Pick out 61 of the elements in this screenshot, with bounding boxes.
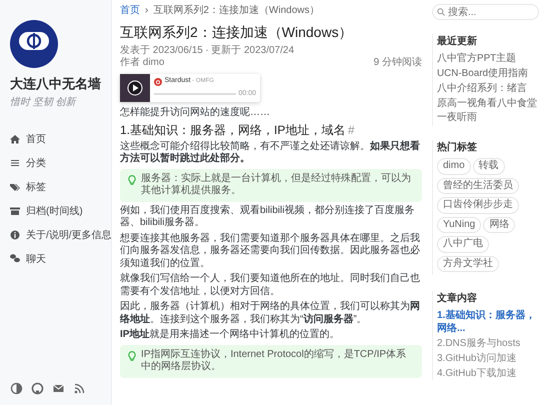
- play-icon[interactable]: [127, 80, 143, 96]
- breadcrumb-separator: ›: [145, 4, 148, 18]
- recent-post-link[interactable]: UCN-Board使用指南: [437, 66, 539, 82]
- panel-title: 最近更新: [437, 34, 478, 49]
- list-icon: [10, 158, 20, 168]
- panel-title: 热门标签: [437, 140, 478, 156]
- paragraph: IP地址就是用来描述一个网络中计算机的位置的。: [120, 329, 340, 342]
- breadcrumb-link[interactable]: 首页: [120, 2, 140, 18]
- tag-chip[interactable]: YuNing: [437, 216, 482, 234]
- toc-link[interactable]: 4.GitHub下载加速: [437, 367, 539, 380]
- nav-item[interactable]: 标签: [10, 180, 107, 195]
- tag-chip[interactable]: 曾经的生活委员: [437, 178, 519, 194]
- tag-chip[interactable]: dimo: [437, 158, 471, 175]
- theme-toggle-icon[interactable]: [10, 382, 23, 395]
- info-icon: [10, 230, 20, 240]
- lightbulb-icon: [128, 174, 136, 185]
- recent-post-link[interactable]: 八中官方PPT主题: [437, 52, 539, 67]
- recent-post-link[interactable]: 原高一视角看八中食堂: [437, 96, 539, 112]
- read-time: 9 分钟阅读: [374, 56, 422, 69]
- paragraph: 这些概念可能介绍得比较简略，有不严谨之处还请谅解。如果只想看方法可以暂时跳过此处部分。: [120, 140, 421, 166]
- tag-chip[interactable]: 方舟文学社: [437, 256, 499, 272]
- article-title: 互联网系列2：连接加速（Windows）: [120, 24, 354, 41]
- site-title: 大连八中无名墙: [10, 76, 102, 93]
- nav-item[interactable]: 分类: [10, 156, 107, 171]
- breadcrumb-current: 互联网系列2：连接加速（Windows）: [153, 4, 320, 18]
- paragraph: 想要连接其他服务器，我们需要知道那个服务器具体在哪里。之后我们向服务器发信息，服务器还需要向我们回传数据。因此服务器也必须知道我们的位置。: [120, 232, 421, 270]
- tip-text: IP指网际互连协议，Internet Protocol的缩写，是TCP/IP体系中的网络层协议。: [141, 348, 408, 374]
- tag-chip[interactable]: 八中广电: [437, 236, 489, 253]
- school-logo: [10, 20, 58, 68]
- toc-link[interactable]: 3.GitHub访问加速: [437, 352, 539, 366]
- mail-icon[interactable]: [52, 382, 65, 395]
- nav-item[interactable]: 首页: [10, 132, 107, 147]
- section-heading: 1.基础知识：服务器，网络，IP地址，域名: [120, 123, 346, 138]
- tag-chip[interactable]: 转载: [472, 158, 505, 175]
- author: 作者 dimo: [120, 56, 164, 69]
- toc-link[interactable]: 1.基础知识：服务器，网络...: [437, 309, 539, 336]
- update-date: 更新于 2023/07/24: [211, 44, 294, 57]
- panel-title: 文章内容: [437, 291, 478, 306]
- tag-chip[interactable]: 网络: [483, 216, 516, 234]
- toc-link[interactable]: 2.DNS服务与hosts: [437, 337, 539, 350]
- paragraph: 就像我们写信给一个人，我们要知道他所在的地址。同时我们自己也需要有个发信地址，以便对方回信。: [120, 273, 421, 298]
- tag-chip[interactable]: 口齿伶俐步步走: [437, 197, 519, 214]
- paragraph: 因此，服务器（计算机）相对于网络的具体位置，我们可以称其为网络地址。连接到这个服务器，我们称其为“访问服务器”。: [120, 301, 421, 326]
- lightbulb-icon: [128, 350, 136, 361]
- publish-date: 发表于 2023/06/15: [120, 44, 203, 56]
- archive-icon: [10, 206, 20, 216]
- recent-post-link[interactable]: 八中介绍系列：绪言: [437, 82, 539, 97]
- chat-bubbles-icon: [10, 254, 20, 264]
- paragraph: 怎样能提升访问网站的速度呢……: [120, 106, 271, 120]
- meta-separator: ·: [205, 44, 209, 57]
- nav-item[interactable]: 归档(时间线): [10, 204, 107, 219]
- paragraph: 例如，我们使用百度搜索、观看bilibili视频，都分别连接了百度服务器、bilibili服务器。: [120, 204, 416, 230]
- search-field[interactable]: 搜索...: [432, 4, 539, 20]
- site-subtitle: 惜时 坚韧 创新: [10, 96, 78, 110]
- tip-text: 服务器：实际上就是一台计算机，但是经过特殊配置，可以为其他计算机提供服务。: [141, 172, 412, 198]
- music-app-icon: [154, 78, 162, 86]
- nav-item[interactable]: 聊天: [10, 252, 107, 267]
- tags-icon: [10, 182, 20, 192]
- home-icon: [10, 134, 20, 144]
- recent-post-link[interactable]: 一夜听雨: [437, 111, 539, 126]
- rss-icon[interactable]: [73, 382, 86, 395]
